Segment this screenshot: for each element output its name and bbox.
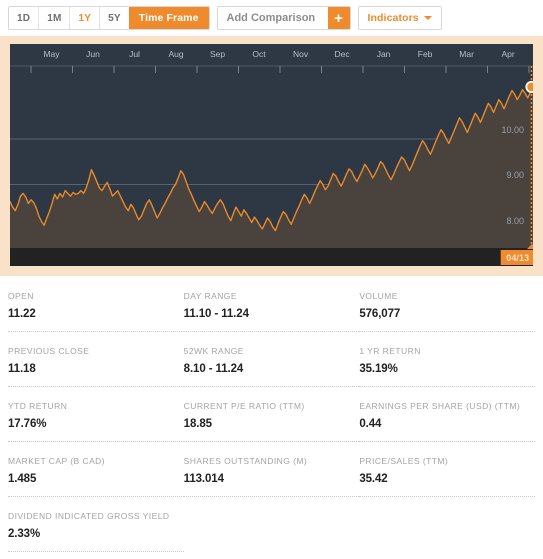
stat-cell: CURRENT P/E RATIO (TTM) 18.85 [183, 394, 360, 442]
stat-value: 35.19% [359, 363, 398, 375]
stat-label: CURRENT P/E RATIO (TTM) [183, 401, 305, 411]
tooltip-arrow-icon [526, 244, 533, 249]
stat-label: MARKET CAP (B CAD) [8, 456, 106, 466]
stat-label: DIVIDEND INDICATED GROSS YIELD [8, 511, 170, 521]
stat-value: 576,077 [359, 308, 401, 320]
stat-cell: PREVIOUS CLOSE 11.18 [8, 339, 184, 387]
chart-footer-strip [10, 248, 533, 266]
stats-table: OPEN 11.22 DAY RANGE 11.10 - 11.24 VOLUME 576… [0, 276, 543, 559]
time-frame-button[interactable]: Time Frame [128, 7, 209, 29]
y-axis-tick-label: 9.00 [506, 170, 524, 181]
stat-cell-empty [359, 504, 535, 552]
stat-value: 0.44 [359, 418, 382, 430]
stat-label: SHARES OUTSTANDING (M) [183, 456, 308, 466]
stat-cell: 1 YR RETURN 35.19% [359, 339, 535, 387]
stat-value: 11.22 [8, 308, 36, 320]
stat-cell: SHARES OUTSTANDING (M) 113.014 [183, 449, 360, 497]
range-buttons: 1D 1M 1Y 5Y [9, 7, 129, 29]
stat-label: YTD RETURN [8, 401, 68, 411]
stat-cell: YTD RETURN 17.76% [8, 394, 184, 442]
tooltip-date: 04/13 [506, 252, 530, 263]
stat-cell: 52WK RANGE 8.10 - 11.24 [183, 339, 360, 387]
stat-label: VOLUME [359, 291, 398, 301]
stat-cell: VOLUME 576,077 [359, 284, 535, 332]
indicators-dropdown[interactable]: Indicators [357, 6, 442, 30]
stat-cell: DAY RANGE 11.10 - 11.24 [183, 284, 360, 332]
add-comparison-input[interactable] [217, 7, 328, 29]
stat-cell: EARNINGS PER SHARE (USD) (TTM) 0.44 [359, 394, 535, 442]
stat-label: 52WK RANGE [183, 346, 244, 356]
y-axis-tick-label: 10.00 [501, 124, 524, 135]
stat-value: 113.014 [183, 473, 224, 485]
chart-tooltip: 04/13 11.14 [500, 250, 533, 265]
chevron-down-icon [423, 16, 432, 20]
time-frame-group: 1D 1M 1Y 5Y Time Frame [8, 6, 210, 30]
price-chart[interactable]: May Jun Jul Aug Sep Oct Nov Dec Jan Feb Mar Apr 10.… [10, 44, 533, 266]
chart-toolbar: 1D 1M 1Y 5Y Time Frame + Indicators [0, 0, 543, 36]
stat-cell: PRICE/SALES (TTM) 35.42 [359, 449, 535, 497]
y-axis-tick-label: 8.00 [506, 215, 524, 226]
stat-cell: DIVIDEND INDICATED GROSS YIELD 2.33% [8, 504, 184, 552]
price-chart-svg [10, 65, 533, 266]
stat-label: PRICE/SALES (TTM) [359, 456, 449, 466]
stat-label: OPEN [8, 291, 34, 301]
stat-value: 18.85 [183, 418, 212, 430]
add-comparison-plus-icon[interactable]: + [327, 7, 350, 29]
stat-value: 35.42 [359, 473, 388, 485]
chart-panel: May Jun Jul Aug Sep Oct Nov Dec Jan Feb Mar Apr 10.… [0, 36, 543, 276]
stat-value: 1.485 [8, 473, 37, 485]
range-button-1m[interactable]: 1M [39, 7, 71, 29]
stat-label: 1 YR RETURN [359, 346, 421, 356]
range-button-1d[interactable]: 1D [9, 7, 40, 29]
stat-cell: OPEN 11.22 [8, 284, 184, 332]
stat-value: 11.10 - 11.24 [183, 308, 249, 320]
range-button-5y[interactable]: 5Y [100, 7, 129, 29]
stat-cell: MARKET CAP (B CAD) 1.485 [8, 449, 184, 497]
add-comparison-group: + [216, 6, 351, 30]
range-button-1y[interactable]: 1Y [70, 7, 101, 29]
stat-value: 8.10 - 11.24 [183, 363, 244, 375]
stat-value: 17.76% [8, 418, 47, 430]
stat-value: 2.33% [8, 528, 41, 540]
stat-cell-empty [184, 504, 360, 552]
stat-label: DAY RANGE [183, 291, 237, 301]
stat-value: 11.18 [8, 363, 36, 375]
stat-label: EARNINGS PER SHARE (USD) (TTM) [359, 401, 521, 411]
indicators-label: Indicators [367, 12, 419, 24]
stat-label: PREVIOUS CLOSE [8, 346, 90, 356]
